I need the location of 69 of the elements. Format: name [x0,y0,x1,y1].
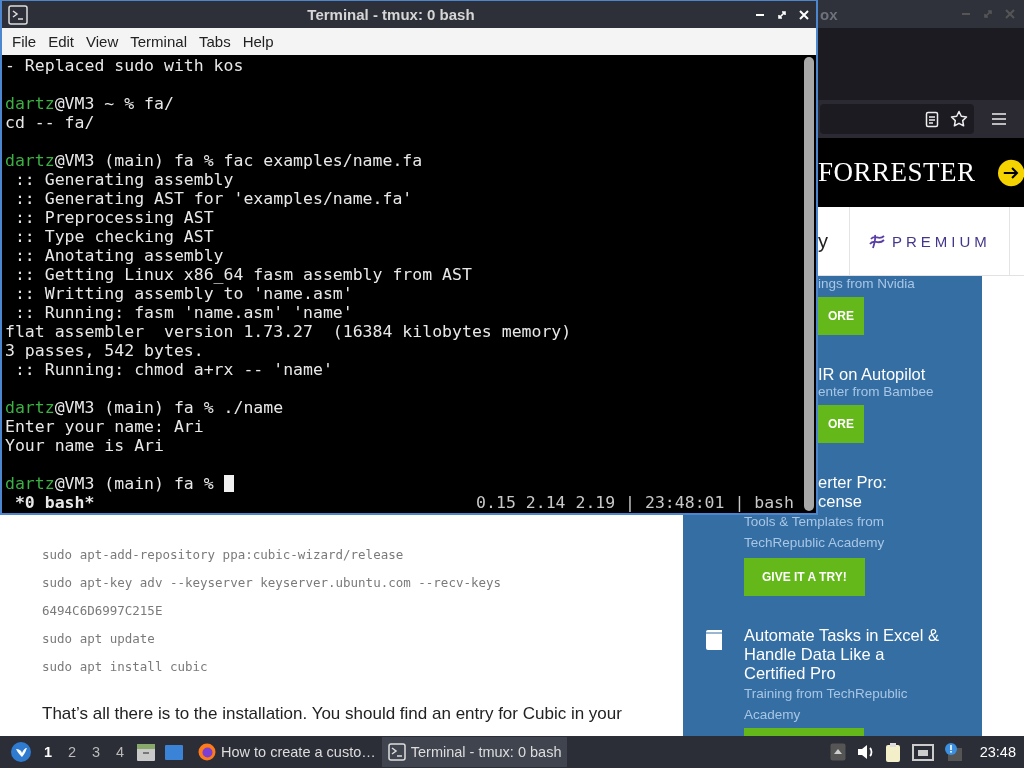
wave-logo-icon [868,232,886,250]
terminal-line: :: Generating assembly [13,170,235,189]
menu-item[interactable]: Edit [43,31,80,52]
ad-title[interactable]: IR on Autopilot [818,365,940,384]
code-line: sudo apt-add-repository ppa:cubic-wizard/release [42,546,405,564]
menu-item[interactable]: View [81,31,124,52]
ad-source: ings from Nvidia [818,276,916,292]
terminal-line: dartz@VM3 (main) fa % fac examples/name.fa [5,151,423,170]
network-icon[interactable] [911,742,934,762]
volume-icon[interactable] [855,742,874,762]
ad-title[interactable]: Automate Tasks in Excel & Handle Data Like a Certified Pro [744,626,940,683]
taskbar-button[interactable]: Terminal - tmux: 0 bash [381,737,568,767]
terminal-line: :: Preprocessing AST [13,208,215,227]
menu-item[interactable]: Help [237,31,279,52]
menu-icon[interactable] [991,112,1007,126]
clipboard-icon[interactable] [883,741,902,763]
book-icon [705,629,723,651]
tmux-status: 0.15 2.14 2.19 | 23:48:01 | bash [476,493,795,512]
reader-view-icon[interactable] [924,110,940,128]
menu-item[interactable]: File [7,31,42,52]
code-line: sudo apt install cubic [42,658,209,676]
premium-link[interactable]: PREMIUM [892,232,991,250]
terminal-icon [8,4,28,25]
ad-source: enter from Bambee [818,384,935,400]
workspace-button[interactable]: 3 [84,744,108,760]
code-line: sudo apt update [42,630,156,648]
notification-icon[interactable] [943,742,964,762]
ad-source: Tools & Templates from TechRepublic Academy [744,513,886,552]
code-line: 6494C6D6997C215E [42,602,164,620]
workspace-button[interactable]: 2 [60,744,84,760]
menu-item[interactable]: Terminal [125,31,192,52]
menu-item[interactable]: Tabs [193,31,236,52]
terminal-line: :: Getting Linux x86_64 fasm assembly from AST [13,265,473,284]
code-line: sudo apt-key adv --keyserver keyserver.ubuntu.com --recv-keys [42,574,503,592]
brand-logo: FORRESTER [818,157,976,188]
terminal-line: Enter your name: Ari [5,417,205,436]
workspace-button[interactable]: 1 [36,744,60,760]
article-paragraph: That’s all there is to the installation. You should find an entry for Cubic in your [42,703,623,725]
terminal-line: dartz@VM3 (main) fa % ./name [5,398,284,417]
terminal-line: dartz@VM3 (main) fa % [5,474,214,493]
window-icon[interactable] [164,742,184,762]
terminal-line: Your name is Ari [5,436,165,455]
ad-title[interactable]: erter Pro: cense [818,473,940,511]
terminal-line: dartz@VM3 ~ % fa/ [5,94,174,113]
tmux-window-name: *0 bash* [13,493,96,512]
terminal-line: cd -- fa/ [5,113,96,132]
maximize-icon[interactable] [776,8,788,21]
ad-source: Training from TechRepublic Academy [744,685,909,724]
terminal-line: :: Running: chmod a+rx -- 'name' [13,360,334,379]
browser-icon [198,743,216,761]
taskbar-button[interactable]: How to create a custo… [192,737,382,767]
window-title: Terminal - tmux: 0 bash [306,6,476,23]
address-field[interactable] [820,104,974,134]
terminal-line: :: Type checking AST [13,227,215,246]
start-menu-icon[interactable] [10,741,32,763]
terminal-icon [387,743,406,761]
workspace-button[interactable]: 4 [108,744,132,760]
clock[interactable]: 23:48 [979,744,1016,760]
terminal-line: 3 passes, 542 bytes. [5,341,205,360]
terminal-line: :: Writting assembly to 'name.asm' [13,284,354,303]
terminal-line: :: Anotating assembly [13,246,225,265]
star-icon[interactable] [950,110,968,128]
terminal-line: :: Running: fasm 'name.asm' 'name' [13,303,354,322]
window-title: ox [820,5,839,23]
file-cabinet-icon[interactable] [136,742,156,762]
scrollbar-thumb[interactable] [804,57,814,511]
terminal-line: flat assembler version 1.73.27 (16384 kilobytes memory) [5,322,573,341]
terminal-line: - Replaced sudo with kos [5,56,245,75]
terminal-line: :: Generating AST for 'examples/name.fa' [13,189,414,208]
